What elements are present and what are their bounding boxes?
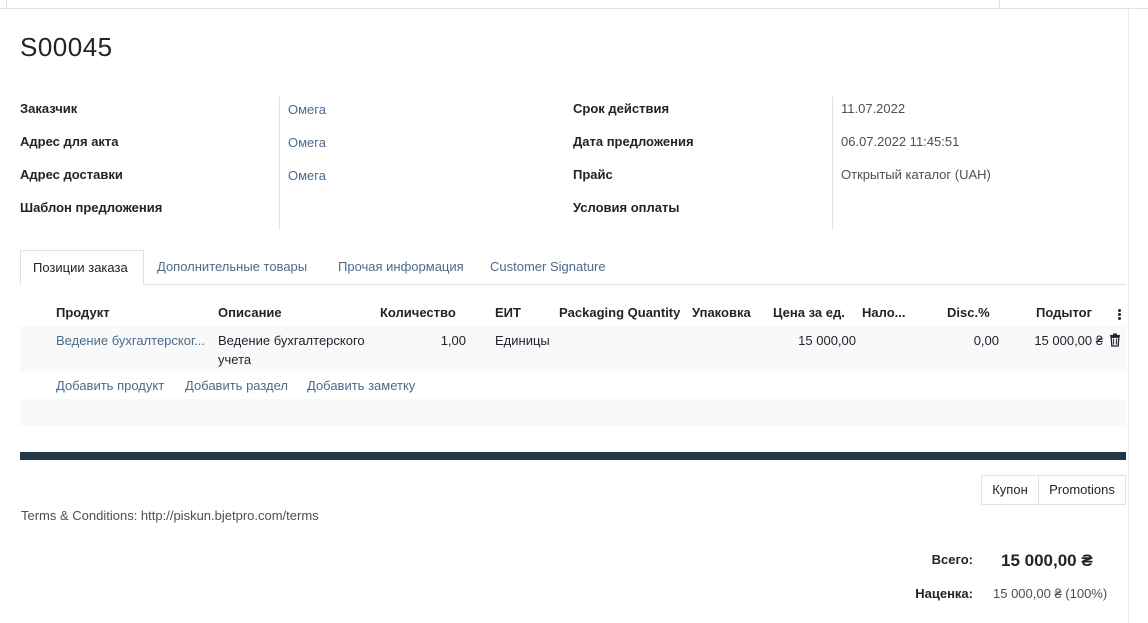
column-packaging[interactable]: Упаковка <box>692 305 751 320</box>
row-discount[interactable]: 0,00 <box>940 333 999 348</box>
column-packaging-quantity[interactable]: Packaging Quantity <box>559 305 680 320</box>
quotation-template-label: Шаблон предложения <box>20 200 163 215</box>
tab-order-lines[interactable]: Позиции заказа <box>20 250 144 285</box>
tab-optional-products[interactable]: Дополнительные товары <box>157 250 307 284</box>
trash-icon[interactable] <box>1109 333 1121 347</box>
delivery-address-field[interactable]: Омега <box>288 168 326 183</box>
column-unit-price[interactable]: Цена за ед. <box>773 305 845 320</box>
customer-field[interactable]: Омега <box>288 102 326 117</box>
total-label: Всего: <box>931 552 973 567</box>
row-unit-price[interactable]: 15 000,00 <box>756 333 856 348</box>
validity-label: Срок действия <box>573 101 670 116</box>
kebab-menu-icon[interactable] <box>1115 308 1123 321</box>
column-product[interactable]: Продукт <box>56 305 110 320</box>
record-title: S00045 <box>20 32 113 62</box>
row-description-line1[interactable]: Ведение бухгалтерского <box>218 333 365 348</box>
quotation-date-label: Дата предложения <box>573 134 694 149</box>
pricelist-field[interactable]: Открытый каталог (UAH) <box>841 167 991 182</box>
column-discount[interactable]: Disc.% <box>947 305 990 320</box>
pricelist-label: Прайс <box>573 167 613 182</box>
terms-and-conditions[interactable]: Terms & Conditions: http://piskun.bjetpr… <box>21 508 319 523</box>
column-taxes[interactable]: Нало... <box>862 305 905 320</box>
row-subtotal: 15 000,00 ₴ <box>1034 333 1103 348</box>
invoice-address-label: Адрес для акта <box>20 134 119 149</box>
sheet-border <box>1128 8 1129 623</box>
coupon-button[interactable]: Купон <box>981 475 1039 505</box>
promotions-button[interactable]: Promotions <box>1038 475 1126 505</box>
add-product-link[interactable]: Добавить продукт <box>56 378 164 393</box>
column-description[interactable]: Описание <box>218 305 282 320</box>
delivery-address-label: Адрес доставки <box>20 167 123 182</box>
control-panel-edge <box>0 0 1148 9</box>
validity-field[interactable]: 11.07.2022 <box>841 101 905 116</box>
add-note-link[interactable]: Добавить заметку <box>307 378 415 393</box>
margin-amount: 15 000,00 ₴ (100%) <box>993 586 1108 601</box>
row-description-line2[interactable]: учета <box>218 352 251 367</box>
tab-customer-signature[interactable]: Customer Signature <box>490 250 606 284</box>
margin-label: Наценка: <box>915 586 973 601</box>
notebook-tabs: Позиции заказа Дополнительные товары Про… <box>20 250 1126 285</box>
field-separator <box>279 97 280 230</box>
divider <box>999 0 1000 8</box>
row-uom[interactable]: Единицы <box>495 333 550 348</box>
add-section-link[interactable]: Добавить раздел <box>185 378 288 393</box>
column-subtotal[interactable]: Подытог <box>1036 305 1092 320</box>
payment-terms-label: Условия оплаты <box>573 200 680 215</box>
row-product[interactable]: Ведение бухгалтерског... <box>56 333 205 348</box>
column-uom[interactable]: ЕИТ <box>495 305 521 320</box>
invoice-address-field[interactable]: Омега <box>288 135 326 150</box>
customer-label: Заказчик <box>20 101 78 116</box>
tab-other-info[interactable]: Прочая информация <box>338 250 464 284</box>
divider <box>6 0 7 8</box>
column-quantity[interactable]: Количество <box>380 305 456 320</box>
empty-table-row <box>20 399 1126 426</box>
field-separator <box>832 97 833 230</box>
total-amount: 15 000,00 ₴ <box>1001 551 1093 570</box>
table-footer-bar <box>20 452 1126 460</box>
quotation-date-field[interactable]: 06.07.2022 11:45:51 <box>841 134 959 149</box>
row-quantity[interactable]: 1,00 <box>380 333 466 348</box>
